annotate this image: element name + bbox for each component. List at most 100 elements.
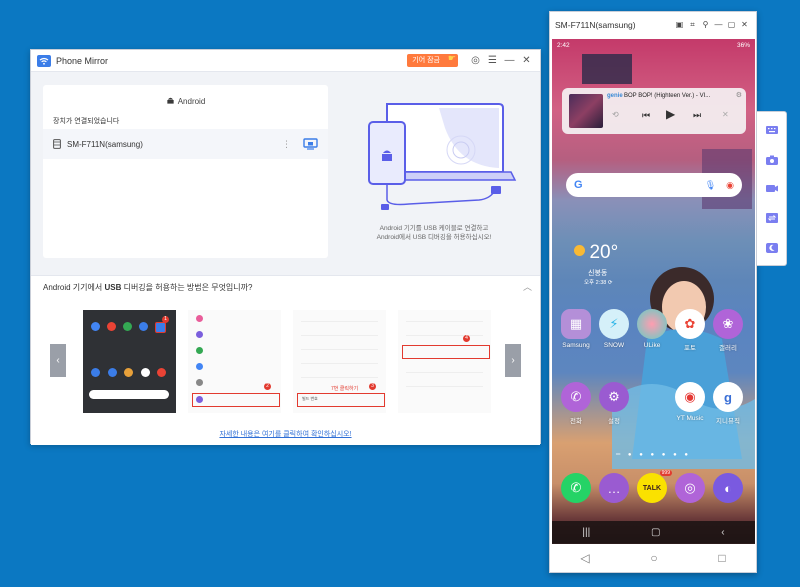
- minimize-button[interactable]: —: [712, 20, 725, 29]
- device-row[interactable]: SM-F711N(samsung) ⋮: [43, 129, 328, 159]
- screenshot-camera-icon[interactable]: [765, 154, 779, 166]
- app-photos[interactable]: ✿ 포토: [674, 309, 706, 352]
- step3-line: [301, 356, 378, 364]
- dock-messages[interactable]: …: [598, 473, 630, 503]
- promo-button[interactable]: 기어 잠금 ☛: [407, 54, 458, 67]
- step1-icon-row: [91, 322, 166, 344]
- back-icon[interactable]: ‹: [721, 527, 724, 538]
- dock-kakaotalk[interactable]: TALK 999: [636, 470, 672, 503]
- help-link[interactable]: 자세한 내용은 여기를 클릭하여 확인하십시오!: [31, 429, 540, 439]
- app-gallery[interactable]: ❀ 갤러리: [712, 309, 744, 352]
- step2-dot-icon: [196, 347, 203, 354]
- app-samsung[interactable]: ▦ Samsung: [560, 309, 592, 349]
- screen-mirror-icon[interactable]: [303, 138, 318, 150]
- lens-icon[interactable]: ◉: [726, 180, 734, 191]
- play-icon[interactable]: ▶: [666, 107, 675, 121]
- phone-side-toolbar: [757, 111, 787, 266]
- app-label: 지니뮤직: [716, 418, 740, 425]
- app-settings[interactable]: ⚙ 설정: [598, 382, 630, 425]
- widget-settings-icon[interactable]: ⚙: [736, 91, 742, 99]
- yt-music-icon: ◉: [675, 382, 705, 412]
- genie-music-icon: g: [713, 382, 743, 412]
- recents-square-icon[interactable]: □: [718, 551, 725, 565]
- step-4-highlight: [402, 345, 490, 359]
- app-label: 설정: [608, 418, 620, 425]
- camera-icon: [140, 368, 150, 377]
- dock-whatsapp[interactable]: ✆: [560, 473, 592, 503]
- help-question-usb: USB: [104, 283, 122, 292]
- whatsapp-icon: ✆: [561, 473, 591, 503]
- mirror-nav-bar: ◁ ○ □: [550, 544, 756, 572]
- app-phone[interactable]: ✆ 전화: [560, 382, 592, 425]
- pin-icon[interactable]: ⚲: [699, 20, 712, 29]
- dock-internet[interactable]: ◐: [712, 473, 744, 503]
- step-3-row: 빌드 번호: [302, 396, 318, 401]
- app-ulike[interactable]: ULike: [636, 309, 668, 349]
- step4-line: [406, 365, 483, 373]
- close-button[interactable]: ✕: [519, 53, 534, 68]
- step2-row: [196, 330, 275, 339]
- app-label: 포토: [684, 345, 696, 352]
- chrome-icon: [123, 322, 132, 331]
- carousel-next-button[interactable]: ›: [505, 344, 521, 377]
- usb-instruction: Android 기기를 USB 케이블로 연결하고 Android에서 USB …: [349, 224, 519, 242]
- phone-window-title: SM-F711N(samsung): [555, 19, 636, 30]
- step2-dot-icon: [196, 331, 203, 338]
- phone-title-bar: SM-F711N(samsung) ▣ ⌗ ⚲ — ▢ ✕: [550, 12, 756, 37]
- step2-dot-icon: [196, 363, 203, 370]
- step3-line: [301, 342, 378, 350]
- device-name: SM-F711N(samsung): [67, 139, 143, 149]
- next-track-icon[interactable]: ⏭: [693, 110, 701, 121]
- weather-widget[interactable]: 20° 신봉동 오후 2:38 ⟳: [574, 242, 619, 286]
- gmail-icon: [157, 368, 166, 377]
- step-1-image: 1: [83, 310, 176, 413]
- step3-line: [301, 314, 378, 322]
- step-1-marker: 1: [162, 316, 169, 323]
- gallery-icon: ❀: [713, 309, 743, 339]
- app-label: YT Music: [676, 415, 704, 422]
- shuffle-icon[interactable]: ✕: [722, 110, 729, 119]
- step1-dock: [91, 368, 166, 377]
- keyboard-icon[interactable]: [765, 124, 779, 136]
- track-title: BOP BOP! (Highteen Ver.) - VI...: [624, 93, 711, 99]
- help-question-pre: Android 기기에서: [43, 283, 105, 292]
- mic-icon[interactable]: 🎙: [705, 180, 716, 191]
- wifi-logo-icon: [37, 54, 51, 67]
- chrome-dock-icon: [124, 368, 133, 377]
- carousel-prev-button[interactable]: ‹: [50, 344, 66, 377]
- maximize-button[interactable]: ▢: [725, 20, 738, 29]
- crop-icon[interactable]: ⌗: [686, 20, 699, 30]
- music-widget[interactable]: genie BOP BOP! (Highteen Ver.) - VI... ⚙…: [562, 88, 746, 134]
- step2-row: [196, 362, 275, 371]
- play-store-icon: [107, 322, 116, 331]
- help-question-post: 디버깅을 허용하는 방법은 무엇입니까?: [121, 283, 253, 292]
- dark-mode-icon[interactable]: [765, 242, 779, 254]
- settings-icon: ⚙: [599, 382, 629, 412]
- settings-icon[interactable]: ◎: [468, 53, 483, 68]
- step-3-marker: 3: [369, 383, 376, 390]
- minimize-button[interactable]: —: [502, 53, 517, 68]
- connected-status: 장치가 연결되었습니다: [53, 118, 120, 125]
- app-genie-music[interactable]: g 지니뮤직: [712, 382, 744, 425]
- temperature: 20°: [589, 242, 619, 263]
- dock-camera[interactable]: ◎: [674, 473, 706, 503]
- file-transfer-icon[interactable]: [765, 212, 779, 224]
- home-circle-icon[interactable]: ○: [650, 551, 657, 565]
- repeat-icon[interactable]: ⟲: [612, 110, 619, 119]
- close-button[interactable]: ✕: [738, 20, 751, 29]
- more-options-icon[interactable]: ⋮: [282, 139, 291, 150]
- app-snow[interactable]: ⚡ SNOW: [598, 309, 630, 349]
- google-search-bar[interactable]: G 🎙 ◉: [566, 173, 742, 197]
- menu-icon[interactable]: ☰: [485, 53, 500, 68]
- screenshot-icon[interactable]: ▣: [673, 20, 686, 29]
- home-icon[interactable]: ▢: [651, 527, 660, 538]
- record-video-icon[interactable]: [765, 182, 779, 194]
- phone-screen[interactable]: 2:42 36% genie BOP BOP! (Highteen Ver.) …: [552, 39, 755, 544]
- recent-apps-icon[interactable]: |||: [582, 527, 590, 538]
- app-title: Phone Mirror: [56, 55, 109, 66]
- back-triangle-icon[interactable]: ◁: [580, 551, 589, 565]
- collapse-chevron-icon[interactable]: ︿: [523, 280, 532, 293]
- app-yt-music[interactable]: ◉ YT Music: [674, 382, 706, 422]
- previous-track-icon[interactable]: ⏮: [642, 110, 650, 121]
- phone-icon: ✆: [561, 382, 591, 412]
